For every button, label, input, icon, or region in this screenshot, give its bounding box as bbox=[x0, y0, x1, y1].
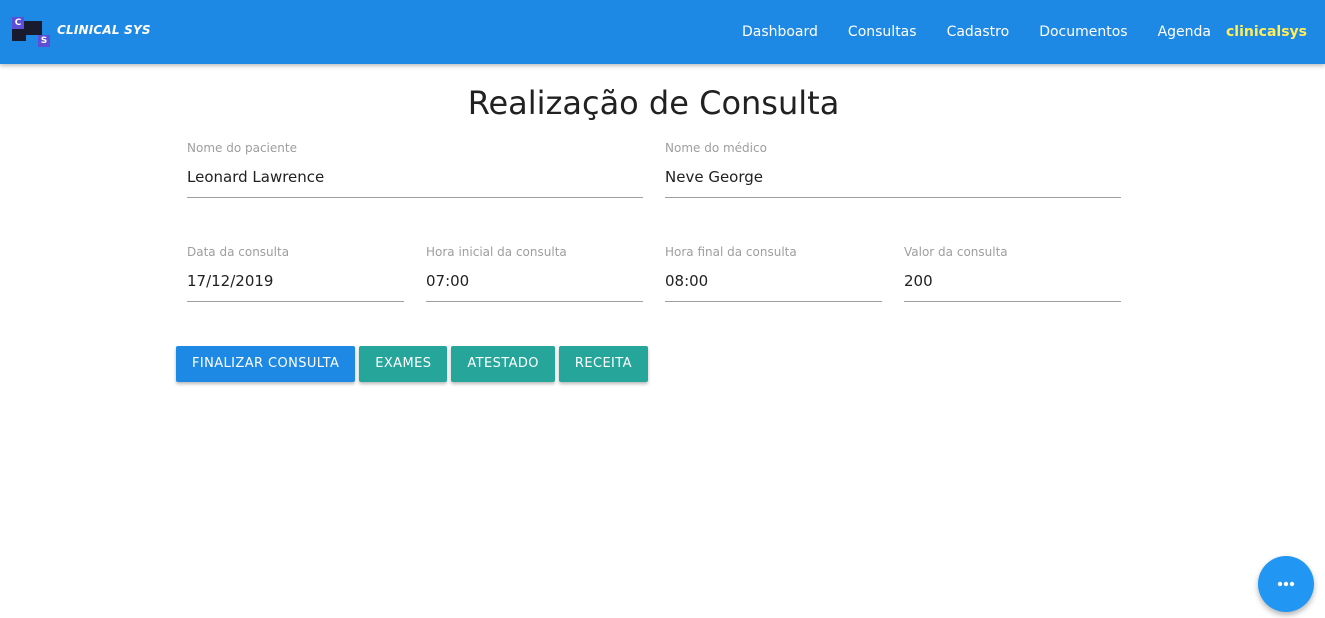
nav-link-dashboard[interactable]: Dashboard bbox=[727, 24, 833, 40]
start-time-label: Hora inicial da consulta bbox=[426, 245, 567, 259]
patient-input[interactable] bbox=[187, 156, 643, 198]
nav-link-consultas[interactable]: Consultas bbox=[833, 24, 932, 40]
action-buttons: FINALIZAR CONSULTA EXAMES ATESTADO RECEI… bbox=[176, 346, 652, 382]
logo-letter-c: C bbox=[12, 17, 24, 29]
nav-link-cadastro[interactable]: Cadastro bbox=[932, 24, 1025, 40]
floating-action-button[interactable] bbox=[1258, 556, 1314, 612]
nav-link-agenda[interactable]: Agenda bbox=[1143, 24, 1226, 40]
finish-consultation-button[interactable]: FINALIZAR CONSULTA bbox=[176, 346, 356, 382]
exams-button[interactable]: EXAMES bbox=[359, 346, 448, 382]
certificate-button[interactable]: ATESTADO bbox=[451, 346, 555, 382]
date-input[interactable] bbox=[187, 260, 404, 302]
page-title: Realização de Consulta bbox=[467, 84, 840, 122]
prescription-button[interactable]: RECEITA bbox=[558, 346, 648, 382]
top-navbar: C S CLINICAL SYS Dashboard Consultas Cad… bbox=[0, 0, 1325, 64]
end-time-label: Hora final da consulta bbox=[665, 245, 797, 259]
end-time-input[interactable] bbox=[665, 260, 882, 302]
brand-name: CLINICAL SYS bbox=[57, 23, 151, 37]
nav-link-documentos[interactable]: Documentos bbox=[1024, 24, 1142, 40]
end-time-field: Hora final da consulta bbox=[665, 244, 882, 302]
doctor-input[interactable] bbox=[665, 156, 1121, 198]
price-label: Valor da consulta bbox=[904, 245, 1008, 259]
doctor-field: Nome do médico bbox=[665, 140, 1121, 198]
brand[interactable]: C S CLINICAL SYS bbox=[12, 16, 151, 48]
logo: C S bbox=[12, 17, 52, 47]
doctor-label: Nome do médico bbox=[665, 141, 767, 155]
date-field: Data da consulta bbox=[187, 244, 404, 302]
price-field: Valor da consulta bbox=[904, 244, 1121, 302]
more-horiz-icon bbox=[1277, 581, 1295, 587]
start-time-input[interactable] bbox=[426, 260, 643, 302]
date-label: Data da consulta bbox=[187, 245, 290, 259]
nav-user-name[interactable]: clinicalsys bbox=[1226, 24, 1325, 40]
patient-label: Nome do paciente bbox=[187, 141, 297, 155]
logo-letter-s: S bbox=[38, 35, 50, 47]
start-time-field: Hora inicial da consulta bbox=[426, 244, 643, 302]
nav-links: Dashboard Consultas Cadastro Documentos … bbox=[727, 0, 1325, 64]
price-input[interactable] bbox=[904, 260, 1121, 302]
patient-field: Nome do paciente bbox=[187, 140, 643, 198]
